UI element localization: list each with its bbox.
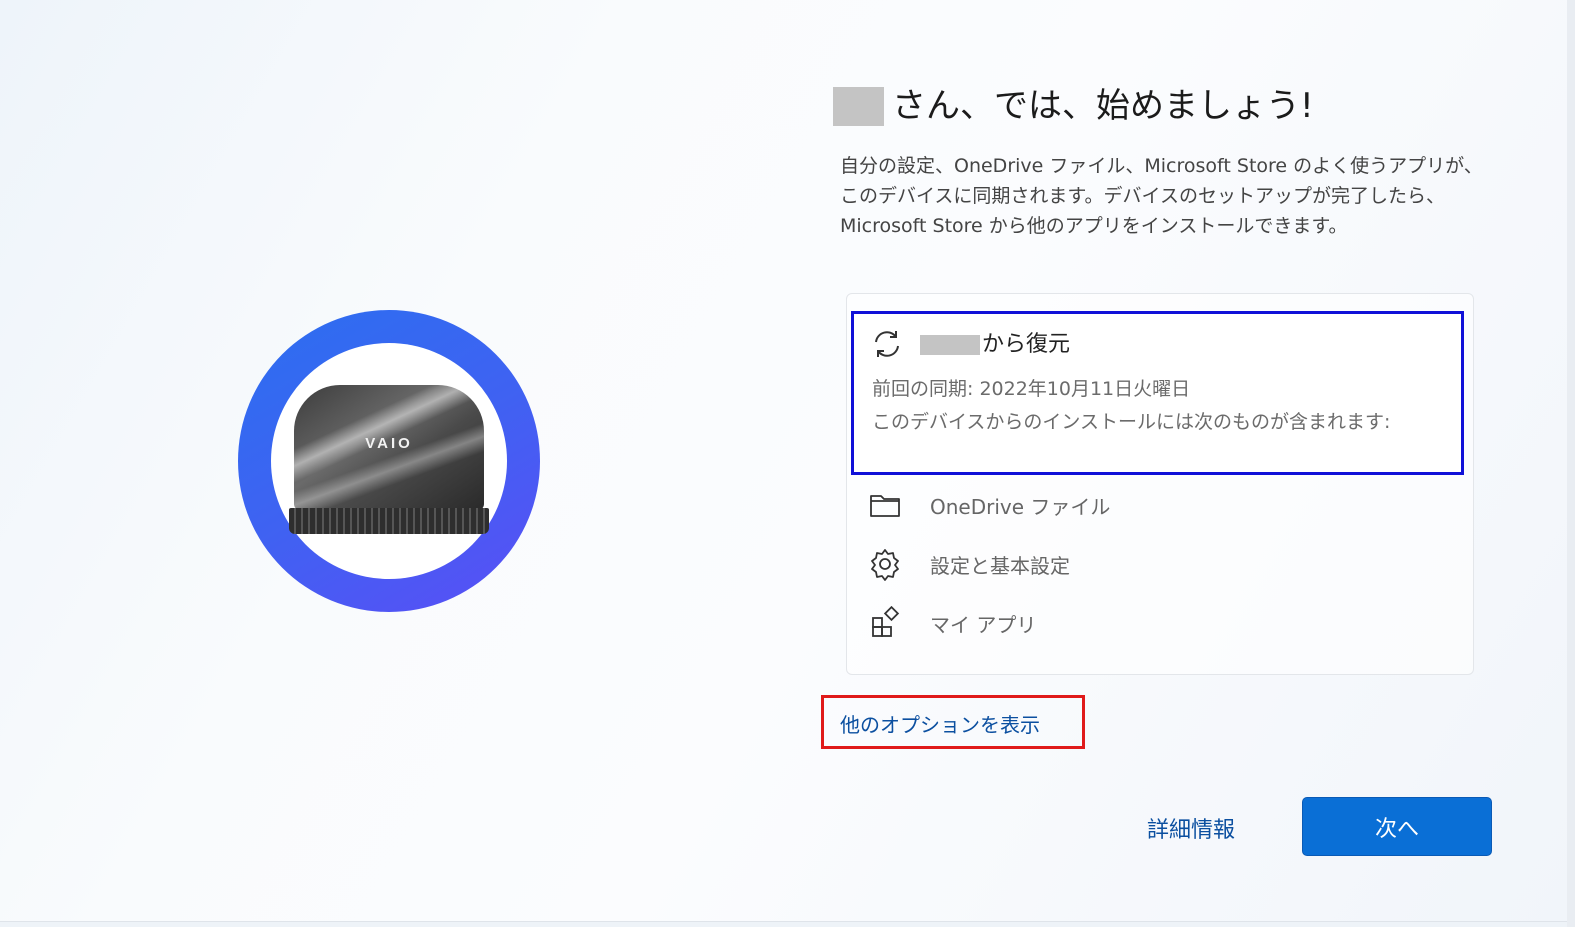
window-edge <box>1567 0 1575 927</box>
laptop-keyboard <box>289 508 489 534</box>
setup-window: VAIO さん、では、始めましょう! 自分の設定、OneDrive ファイル、M… <box>0 0 1568 922</box>
page-title: さん、では、始めましょう! <box>833 86 1314 126</box>
list-item-label: マイ アプリ <box>930 612 1037 637</box>
laptop-screen: VAIO <box>294 385 484 510</box>
redacted-user-name <box>833 86 884 126</box>
learn-more-link[interactable]: 詳細情報 <box>1147 812 1235 844</box>
apps-icon <box>872 606 900 637</box>
folder-icon <box>870 495 900 517</box>
page-description: 自分の設定、OneDrive ファイル、Microsoft Store のよく使… <box>840 155 1483 237</box>
list-item-settings: 設定と基本設定 <box>868 547 1070 581</box>
list-item-onedrive-files: OneDrive ファイル <box>868 488 1110 522</box>
redacted-device-name <box>920 335 980 355</box>
last-sync-date: 前回の同期: 2022年10月11日火曜日 <box>872 378 1191 400</box>
device-image-circle: VAIO <box>271 343 507 579</box>
list-item-label: OneDrive ファイル <box>930 494 1111 519</box>
page-title-text: さん、では、始めましょう! <box>892 86 1314 126</box>
sync-icon <box>875 331 899 357</box>
device-illustration: VAIO <box>238 310 540 612</box>
list-item-my-apps: マイ アプリ <box>868 606 1036 640</box>
restore-title: から復元 <box>982 332 1071 357</box>
restore-from-device-option[interactable]: から復元 前回の同期: 2022年10月11日火曜日 このデバイスからのインスト… <box>851 311 1464 475</box>
next-button[interactable]: 次へ <box>1302 797 1492 856</box>
more-options-highlight: 他のオプションを表示 <box>821 695 1085 749</box>
more-options-link[interactable]: 他のオプションを表示 <box>840 709 1040 738</box>
list-item-label: 設定と基本設定 <box>930 553 1070 578</box>
gear-icon <box>871 549 899 581</box>
restore-includes-text: このデバイスからのインストールには次のものが含まれます: <box>872 411 1391 433</box>
laptop-logo: VAIO <box>365 435 413 452</box>
